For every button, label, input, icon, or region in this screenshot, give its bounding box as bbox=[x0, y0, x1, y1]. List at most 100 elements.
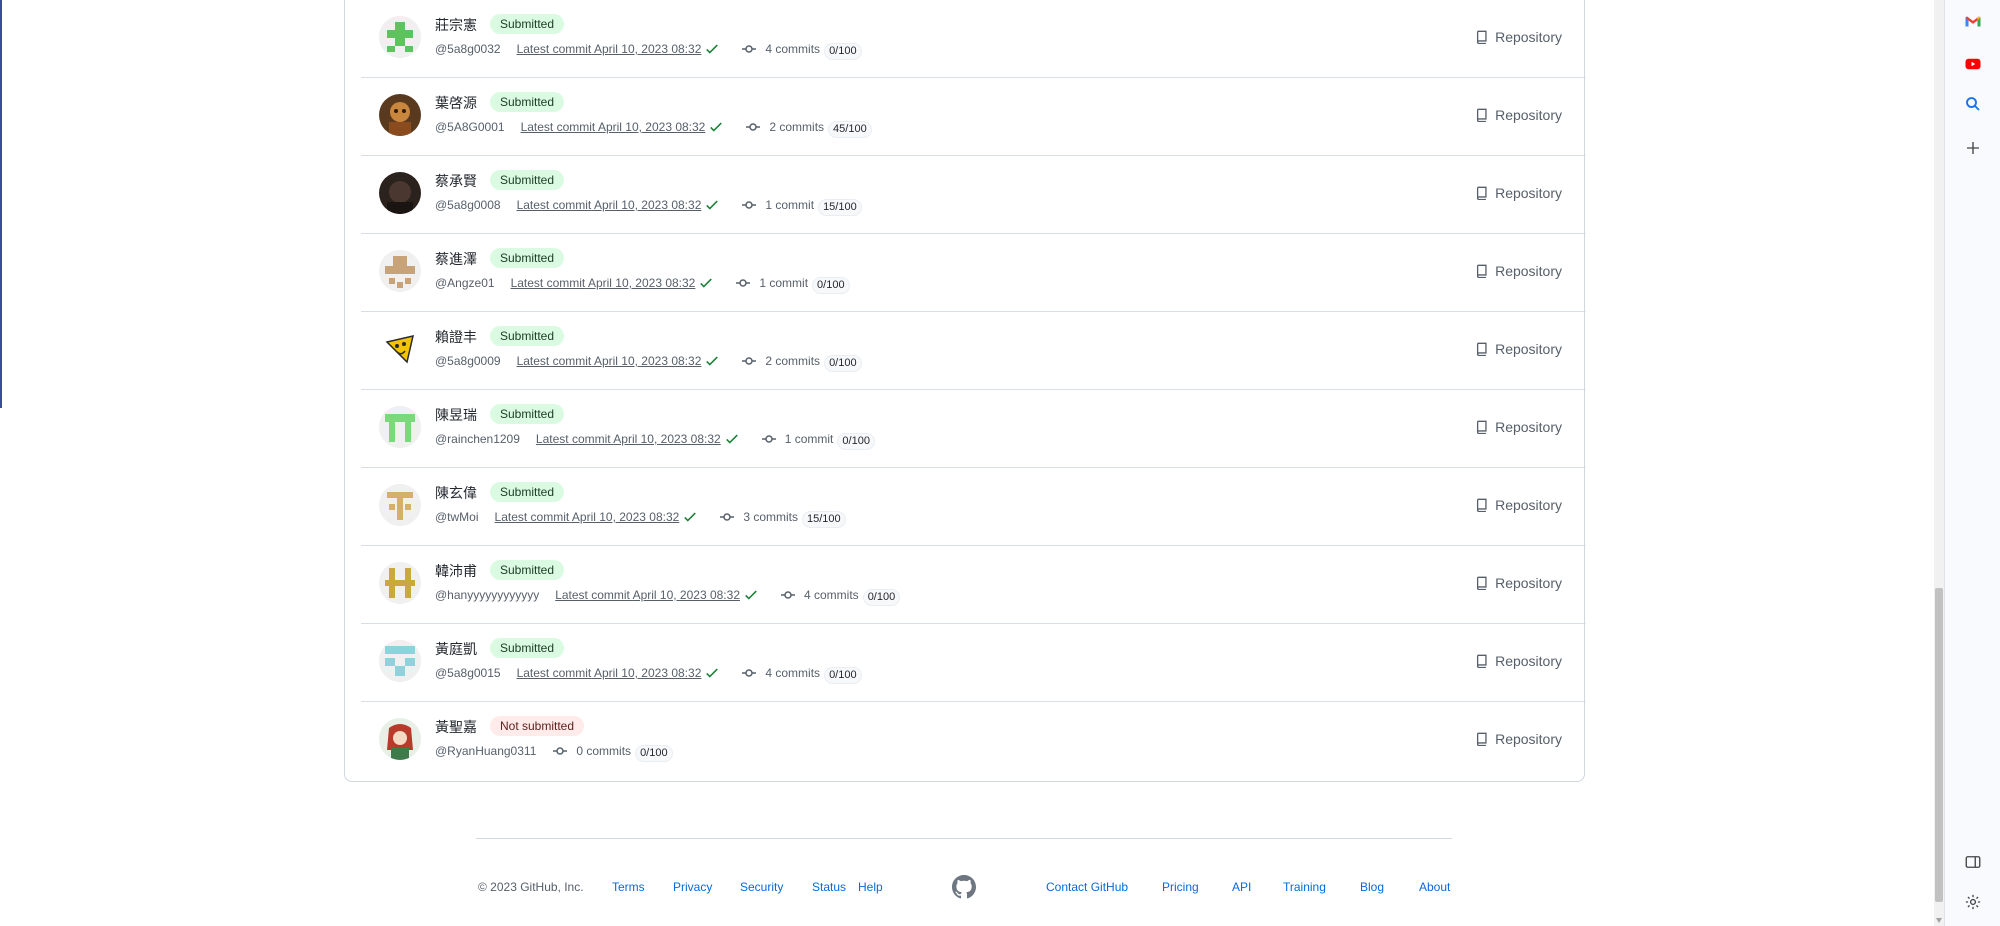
commit-icon bbox=[736, 279, 751, 287]
student-name[interactable]: 葉啓源 bbox=[435, 93, 477, 113]
student-name[interactable]: 蔡進澤 bbox=[435, 249, 477, 269]
avatar[interactable] bbox=[379, 328, 421, 370]
add-icon bbox=[1967, 142, 1979, 154]
list-item: 韓沛甫 Submitted @hanyyyyyyyyyyyy Latest co… bbox=[361, 546, 1586, 624]
repository-link[interactable]: Repository bbox=[1475, 341, 1562, 357]
latest-commit-link[interactable]: Latest commit April 10, 2023 08:32 bbox=[517, 666, 702, 680]
avatar[interactable] bbox=[379, 94, 421, 136]
avatar[interactable] bbox=[379, 718, 421, 760]
youtube-icon bbox=[1965, 58, 1981, 70]
student-handle[interactable]: @twMoi bbox=[435, 510, 479, 524]
avatar[interactable] bbox=[379, 406, 421, 448]
student-name[interactable]: 莊宗憲 bbox=[435, 15, 477, 35]
repository-link[interactable]: Repository bbox=[1475, 731, 1562, 747]
student-name[interactable]: 黃聖嘉 bbox=[435, 717, 477, 737]
student-name[interactable]: 蔡承賢 bbox=[435, 171, 477, 191]
commit-count: 4 commits bbox=[765, 42, 821, 56]
footer-link-security[interactable]: Security bbox=[740, 880, 783, 894]
footer-link-api[interactable]: API bbox=[1232, 880, 1251, 894]
search-button[interactable] bbox=[1959, 90, 1987, 118]
latest-commit-link[interactable]: Latest commit April 10, 2023 08:32 bbox=[521, 120, 706, 134]
scrollbar-thumb[interactable] bbox=[1935, 588, 1943, 902]
footer-link-terms[interactable]: Terms bbox=[612, 880, 645, 894]
repo-icon bbox=[1477, 654, 1487, 668]
student-name[interactable]: 韓沛甫 bbox=[435, 561, 477, 581]
settings-button[interactable] bbox=[1959, 888, 1987, 916]
github-logo-icon[interactable] bbox=[952, 875, 976, 899]
student-handle[interactable]: @5a8g0032 bbox=[435, 42, 501, 56]
student-handle[interactable]: @RyanHuang0311 bbox=[435, 744, 536, 758]
commit-meta: @5a8g0015 Latest commit April 10, 2023 0… bbox=[435, 664, 862, 684]
latest-commit-link[interactable]: Latest commit April 10, 2023 08:32 bbox=[511, 276, 696, 290]
student-handle[interactable]: @5a8g0009 bbox=[435, 354, 501, 368]
avatar[interactable] bbox=[379, 250, 421, 292]
repository-link[interactable]: Repository bbox=[1475, 185, 1562, 201]
repository-label: Repository bbox=[1495, 341, 1562, 357]
score-badge: 15/100 bbox=[818, 198, 862, 216]
check-icon bbox=[684, 512, 697, 522]
status-badge: Submitted bbox=[490, 170, 565, 190]
repository-link[interactable]: Repository bbox=[1475, 263, 1562, 279]
footer-link-privacy[interactable]: Privacy bbox=[673, 880, 712, 894]
latest-commit-link[interactable]: Latest commit April 10, 2023 08:32 bbox=[495, 510, 680, 524]
student-handle[interactable]: @rainchen1209 bbox=[435, 432, 520, 446]
status-badge: Submitted bbox=[490, 638, 565, 658]
youtube-button[interactable] bbox=[1959, 50, 1987, 78]
latest-commit-link[interactable]: Latest commit April 10, 2023 08:32 bbox=[517, 354, 702, 368]
avatar[interactable] bbox=[379, 484, 421, 526]
page: 莊宗憲 Submitted @5a8g0032 Latest commit Ap… bbox=[0, 0, 1934, 926]
footer-link-training[interactable]: Training bbox=[1283, 880, 1326, 894]
browser-side-panel bbox=[1944, 0, 2000, 926]
status-badge: Not submitted bbox=[490, 716, 585, 736]
footer-link-help[interactable]: Help bbox=[858, 880, 883, 894]
student-handle[interactable]: @Angze01 bbox=[435, 276, 495, 290]
commit-meta: @5a8g0008 Latest commit April 10, 2023 0… bbox=[435, 196, 862, 216]
commit-meta: @5A8G0001 Latest commit April 10, 2023 0… bbox=[435, 118, 872, 138]
repo-icon bbox=[1477, 342, 1487, 356]
add-button[interactable] bbox=[1959, 134, 1987, 162]
footer: © 2023 GitHub, Inc. Terms Privacy Securi… bbox=[476, 875, 1452, 900]
page-scrollbar[interactable] bbox=[1934, 0, 1944, 926]
student-name[interactable]: 陳昱瑞 bbox=[435, 405, 477, 425]
search-icon bbox=[1966, 97, 1980, 111]
student-handle[interactable]: @5A8G0001 bbox=[435, 120, 505, 134]
status-badge: Submitted bbox=[490, 482, 565, 502]
side-panel-button[interactable] bbox=[1959, 848, 1987, 876]
latest-commit-link[interactable]: Latest commit April 10, 2023 08:32 bbox=[536, 432, 721, 446]
avatar[interactable] bbox=[379, 562, 421, 604]
student-name[interactable]: 陳玄偉 bbox=[435, 483, 477, 503]
window-edge bbox=[0, 0, 2, 408]
commit-count: 1 commit bbox=[765, 198, 815, 212]
repository-link[interactable]: Repository bbox=[1475, 419, 1562, 435]
gmail-button[interactable] bbox=[1959, 8, 1987, 36]
repository-label: Repository bbox=[1495, 575, 1562, 591]
repo-icon bbox=[1477, 108, 1487, 122]
repository-link[interactable]: Repository bbox=[1475, 497, 1562, 513]
student-name[interactable]: 賴證丰 bbox=[435, 327, 477, 347]
scroll-down-arrow-icon[interactable] bbox=[1936, 918, 1942, 923]
student-name[interactable]: 黃庭凱 bbox=[435, 639, 477, 659]
repository-link[interactable]: Repository bbox=[1475, 107, 1562, 123]
latest-commit-link[interactable]: Latest commit April 10, 2023 08:32 bbox=[555, 588, 740, 602]
footer-link-about[interactable]: About bbox=[1419, 880, 1450, 894]
avatar[interactable] bbox=[379, 16, 421, 58]
student-handle[interactable]: @5a8g0008 bbox=[435, 198, 501, 212]
repository-link[interactable]: Repository bbox=[1475, 653, 1562, 669]
footer-link-pricing[interactable]: Pricing bbox=[1162, 880, 1199, 894]
list-item: 蔡進澤 Submitted @Angze01 Latest commit Apr… bbox=[361, 234, 1586, 312]
check-icon bbox=[706, 44, 719, 54]
latest-commit-link[interactable]: Latest commit April 10, 2023 08:32 bbox=[517, 42, 702, 56]
repository-link[interactable]: Repository bbox=[1475, 29, 1562, 45]
footer-link-blog[interactable]: Blog bbox=[1360, 880, 1384, 894]
footer-link-contact[interactable]: Contact GitHub bbox=[1046, 880, 1128, 894]
avatar[interactable] bbox=[379, 640, 421, 682]
score-badge: 0/100 bbox=[824, 666, 862, 684]
latest-commit-link[interactable]: Latest commit April 10, 2023 08:32 bbox=[517, 198, 702, 212]
footer-link-status[interactable]: Status bbox=[812, 880, 846, 894]
commit-meta: @5a8g0009 Latest commit April 10, 2023 0… bbox=[435, 352, 862, 372]
student-handle[interactable]: @hanyyyyyyyyyyyy bbox=[435, 588, 539, 602]
repository-link[interactable]: Repository bbox=[1475, 575, 1562, 591]
status-badge: Submitted bbox=[490, 404, 565, 424]
avatar[interactable] bbox=[379, 172, 421, 214]
student-handle[interactable]: @5a8g0015 bbox=[435, 666, 501, 680]
